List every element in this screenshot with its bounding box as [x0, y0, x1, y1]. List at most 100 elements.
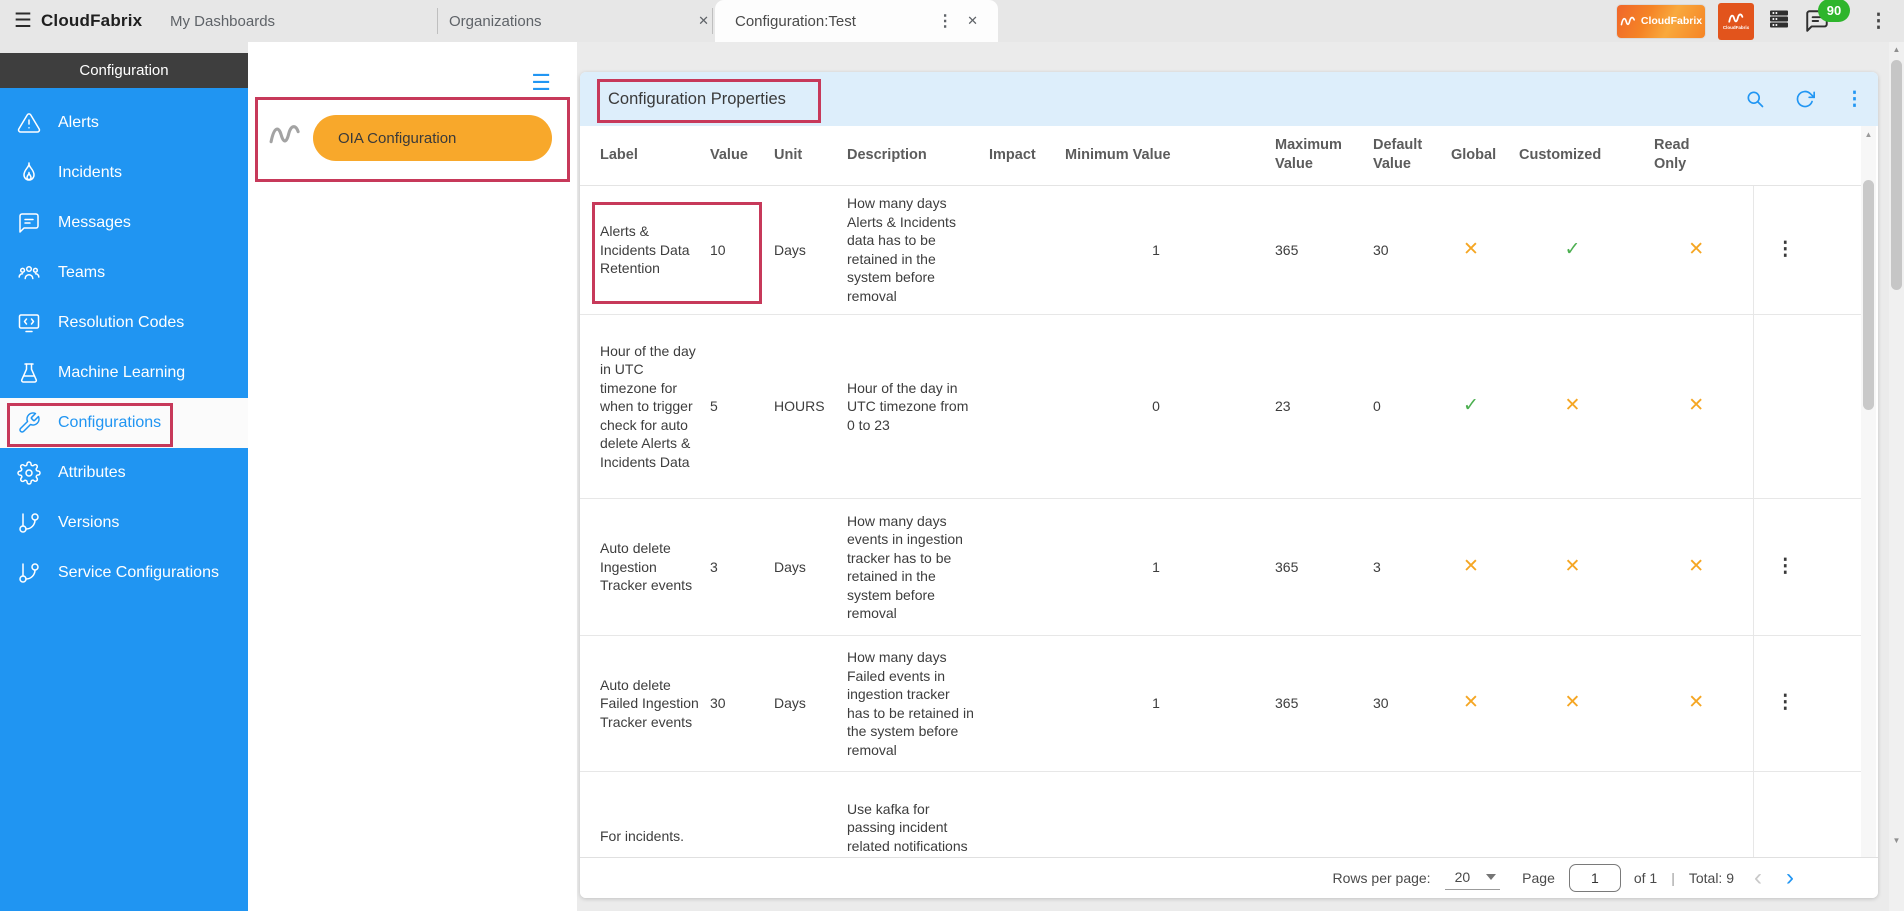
table-row[interactable]: Hour of the day in UTC timezone for when… — [580, 315, 1862, 499]
cell-maximum-value: 365 — [1261, 636, 1359, 772]
cell-readonly: ✕ — [1640, 499, 1753, 636]
sidebar-item-versions[interactable]: Versions — [0, 498, 248, 548]
sidebar-item-attributes[interactable]: Attributes — [0, 448, 248, 498]
check-icon: ✓ — [1565, 239, 1581, 260]
column-header-description: Description — [833, 126, 975, 185]
cell-actions — [1753, 315, 1862, 499]
cross-icon: ✕ — [1688, 692, 1704, 713]
page-number-input[interactable] — [1569, 864, 1621, 892]
notification-count-badge: 90 — [1818, 0, 1850, 22]
next-page-icon[interactable]: › — [1786, 866, 1794, 890]
sidebar-item-service-configurations[interactable]: Service Configurations — [0, 548, 248, 598]
tab-menu-kebab-icon[interactable]: ⋮ — [937, 11, 953, 31]
scroll-up-icon[interactable]: ▲ — [1861, 130, 1876, 139]
server-rack-icon[interactable] — [1767, 7, 1791, 36]
cell-minimum-value: 0 — [1051, 315, 1261, 499]
cell-minimum-value: 1 — [1051, 186, 1261, 315]
sidebar-item-configurations[interactable]: Configurations — [0, 398, 248, 448]
refresh-icon[interactable] — [1795, 89, 1815, 109]
cloudfabrix-square-badge[interactable]: CloudFabrix — [1718, 3, 1754, 40]
sidebar-item-messages[interactable]: Messages — [0, 198, 248, 248]
cell-customized — [1505, 772, 1640, 858]
sidebar-item-resolution-codes[interactable]: Resolution Codes — [0, 298, 248, 348]
cell-impact — [975, 772, 1051, 858]
table-row[interactable]: Alerts & Incidents Data Retention10DaysH… — [580, 186, 1862, 315]
rows-per-page-select[interactable]: 20 — [1445, 867, 1501, 890]
table-scrollbar[interactable]: ▲ — [1861, 126, 1876, 857]
team-icon — [17, 261, 41, 285]
scroll-down-icon[interactable]: ▼ — [1889, 836, 1904, 845]
cloudfabrix-banner-badge[interactable]: CloudFabrix — [1617, 5, 1705, 38]
column-header-read-only: Read Only — [1640, 126, 1753, 185]
cell-actions — [1753, 772, 1862, 858]
cell-description: Use kafka for passing incident related n… — [833, 772, 975, 858]
sidebar-item-label: Configurations — [58, 414, 161, 432]
cell-unit — [766, 772, 833, 858]
cell-minimum-value: 1 — [1051, 636, 1261, 772]
table-row[interactable]: Auto delete Failed Ingestion Tracker eve… — [580, 636, 1862, 772]
cell-global: ✕ — [1437, 499, 1505, 636]
cell-label: For incidents. — [580, 772, 702, 858]
cell-default-value: 30 — [1359, 636, 1437, 772]
sidebar-item-label: Versions — [58, 514, 119, 532]
notifications-chat-icon[interactable]: 90 — [1804, 8, 1830, 34]
tab-configuration-test[interactable]: Configuration:Test ⋮ ✕ — [715, 0, 998, 42]
close-tab-icon[interactable]: ✕ — [967, 13, 978, 29]
cell-actions: ⋮ — [1753, 186, 1862, 315]
sidebar-item-alerts[interactable]: Alerts — [0, 98, 248, 148]
table-scrollbar-thumb[interactable] — [1863, 180, 1874, 410]
close-tab-icon[interactable]: ✕ — [698, 13, 709, 29]
page-scrollbar[interactable]: ▲ ▼ — [1889, 42, 1904, 911]
check-icon: ✓ — [1463, 395, 1479, 416]
cell-customized: ✕ — [1505, 499, 1640, 636]
sidebar-item-incidents[interactable]: Incidents — [0, 148, 248, 198]
table-row[interactable]: For incidents. Use kafka for passing inci… — [580, 772, 1862, 858]
separator: | — [1671, 870, 1675, 886]
row-menu-kebab-icon[interactable]: ⋮ — [1776, 692, 1795, 713]
app-brand[interactable]: ☰ CloudFabrix — [14, 0, 142, 42]
column-header-actions — [1753, 126, 1862, 185]
table-row[interactable]: Auto delete Ingestion Tracker events3Day… — [580, 499, 1862, 636]
cross-icon: ✕ — [1463, 692, 1479, 713]
column-header-label: Label — [580, 126, 702, 185]
topbar-actions: CloudFabrix CloudFabrix 90 ⋮ — [1617, 0, 1888, 42]
hamburger-menu-icon[interactable]: ☰ — [14, 11, 32, 31]
cell-unit: Days — [766, 499, 833, 636]
cloudfabrix-swirl-icon — [1727, 12, 1745, 24]
cross-icon: ✕ — [1688, 556, 1704, 577]
table-body-viewport: Alerts & Incidents Data Retention10DaysH… — [580, 186, 1878, 858]
topbar-kebab-icon[interactable]: ⋮ — [1869, 10, 1888, 33]
tab-divider — [437, 8, 438, 34]
row-menu-kebab-icon[interactable]: ⋮ — [1776, 556, 1795, 577]
cell-default-value: 30 — [1359, 186, 1437, 315]
explorer-hamburger-icon[interactable]: ☰ — [531, 72, 551, 94]
sidebar-item-teams[interactable]: Teams — [0, 248, 248, 298]
cell-unit: Days — [766, 186, 833, 315]
sidebar-item-label: Service Configurations — [58, 564, 219, 582]
previous-page-icon[interactable]: ‹ — [1754, 866, 1762, 890]
cell-default-value: 3 — [1359, 499, 1437, 636]
tab-organizations[interactable]: Organizations ✕ — [449, 0, 709, 42]
cell-impact — [975, 499, 1051, 636]
search-icon[interactable] — [1745, 89, 1765, 109]
cell-label: Alerts & Incidents Data Retention — [580, 186, 702, 315]
cell-maximum-value: 365 — [1261, 186, 1359, 315]
scroll-up-icon[interactable]: ▲ — [1889, 45, 1904, 54]
row-menu-kebab-icon[interactable]: ⋮ — [1776, 239, 1795, 260]
cell-unit: HOURS — [766, 315, 833, 499]
wrench-icon — [17, 411, 41, 435]
cell-maximum-value: 365 — [1261, 499, 1359, 636]
cell-unit: Days — [766, 636, 833, 772]
sidebar-item-label: Teams — [58, 264, 105, 282]
cell-impact — [975, 315, 1051, 499]
card-kebab-icon[interactable]: ⋮ — [1845, 88, 1864, 111]
column-header-value: Value — [702, 126, 766, 185]
sidebar-item-label: Alerts — [58, 114, 99, 132]
page-scrollbar-thumb[interactable] — [1891, 60, 1902, 290]
sidebar-item-machine-learning[interactable]: Machine Learning — [0, 348, 248, 398]
tab-my-dashboards[interactable]: My Dashboards — [170, 0, 275, 42]
cell-default-value — [1359, 772, 1437, 858]
oia-configuration-item[interactable]: OIA Configuration — [313, 115, 552, 161]
cell-value: 10 — [702, 186, 766, 315]
tab-divider — [712, 8, 713, 34]
